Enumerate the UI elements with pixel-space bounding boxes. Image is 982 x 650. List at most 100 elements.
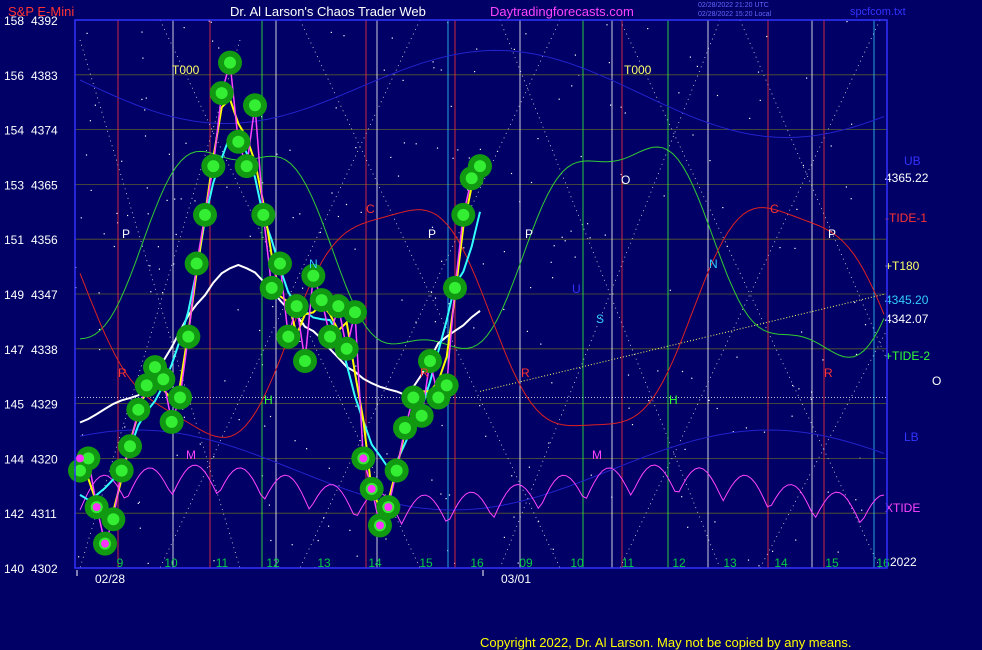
star	[162, 292, 164, 294]
star	[827, 491, 829, 493]
star	[627, 374, 630, 376]
star	[269, 415, 272, 418]
price-blob-core	[299, 354, 311, 367]
star	[552, 548, 554, 550]
background	[0, 0, 982, 650]
star	[528, 466, 530, 468]
star	[604, 234, 606, 236]
star	[692, 134, 694, 136]
price-blob-core	[432, 391, 445, 404]
star	[631, 424, 634, 426]
star	[146, 187, 148, 189]
star	[525, 33, 527, 35]
star	[745, 427, 747, 429]
star	[330, 31, 332, 33]
price-blob-core	[182, 330, 195, 343]
price-blob-core	[390, 464, 403, 477]
price-blob-core	[140, 379, 153, 392]
star	[530, 181, 533, 184]
star	[349, 529, 351, 531]
star	[142, 57, 144, 59]
right-label: 4342.07	[885, 312, 929, 326]
star	[794, 247, 796, 249]
price-extreme-dot	[101, 539, 109, 548]
star	[854, 301, 856, 304]
copyright-notice: Copyright 2022, Dr. Al Larson. May not b…	[480, 635, 851, 650]
right-label: -TIDE-1	[885, 211, 927, 225]
star	[822, 359, 824, 361]
symbol-title: S&P E-Mini	[8, 4, 74, 19]
star	[463, 247, 465, 249]
star	[485, 435, 487, 437]
price-blob-core	[240, 160, 253, 173]
star	[537, 138, 539, 140]
star	[292, 217, 294, 219]
star	[479, 148, 481, 150]
price-extreme-dot	[92, 503, 101, 512]
star	[199, 443, 201, 445]
star	[716, 407, 718, 410]
star	[121, 160, 123, 162]
star	[779, 247, 781, 249]
star	[335, 107, 337, 109]
star	[561, 236, 563, 238]
star	[440, 493, 442, 495]
star	[432, 61, 434, 63]
star	[766, 35, 768, 38]
price-blob-core	[132, 403, 145, 416]
star	[440, 69, 442, 71]
star	[402, 79, 404, 81]
star	[306, 448, 308, 450]
star	[806, 77, 808, 79]
annotation-label: C	[770, 202, 779, 216]
star	[749, 117, 751, 119]
timestamp-utc: 02/28/2022 21:20 UTC	[698, 2, 769, 9]
star	[137, 502, 139, 504]
y-tick-left: 147	[4, 343, 24, 357]
star	[294, 440, 296, 442]
star	[763, 431, 766, 433]
star	[272, 306, 274, 308]
star	[268, 504, 270, 506]
y-tick-left: 144	[4, 452, 24, 466]
star	[157, 246, 159, 248]
star	[213, 456, 215, 458]
star	[511, 475, 513, 477]
price-blob-core	[257, 208, 270, 221]
star	[792, 384, 794, 387]
star	[552, 277, 554, 279]
star	[441, 424, 443, 427]
star	[144, 135, 147, 137]
annotation-label: T000	[624, 63, 652, 77]
star	[403, 142, 405, 144]
annotation-label: P	[525, 227, 533, 241]
star	[185, 142, 187, 144]
star	[473, 327, 475, 329]
star	[708, 399, 710, 401]
star	[590, 474, 592, 476]
y-tick-left: 140	[4, 562, 24, 576]
star	[647, 28, 649, 30]
star	[80, 217, 82, 219]
star	[837, 551, 839, 553]
price-blob-core	[207, 160, 220, 173]
star	[526, 330, 528, 332]
timestamp-local: 02/28/2022 15:20 Local	[698, 11, 772, 18]
star	[513, 48, 515, 50]
star	[218, 47, 220, 49]
price-blob-core	[157, 373, 170, 386]
y-tick-right: 4311	[31, 507, 57, 521]
price-blob-core	[332, 300, 345, 313]
star	[476, 48, 478, 50]
y-tick-right: 4329	[31, 398, 58, 412]
star	[684, 448, 686, 450]
star	[147, 213, 149, 215]
star	[144, 109, 146, 111]
price-blob-core	[340, 342, 353, 355]
star	[264, 425, 266, 427]
star	[861, 509, 863, 511]
y-tick-right: 4320	[31, 452, 58, 466]
star	[570, 230, 572, 232]
star	[450, 105, 452, 107]
price-blob-core	[415, 409, 428, 422]
